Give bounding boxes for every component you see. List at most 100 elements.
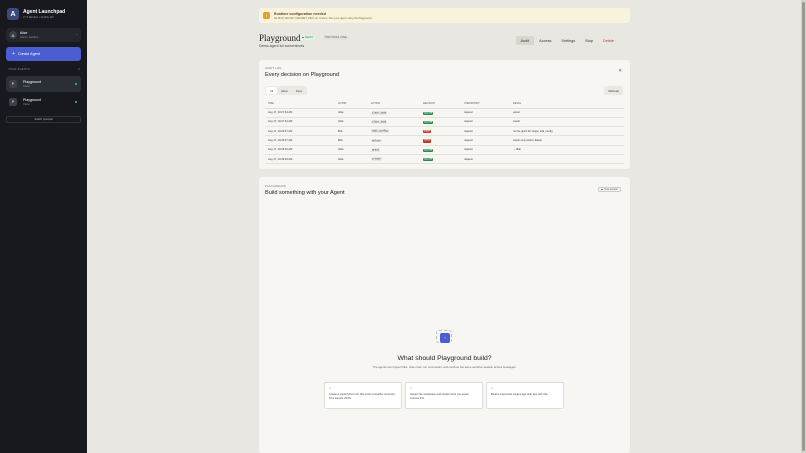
stop-button[interactable]: Stop — [581, 36, 598, 45]
table-header-row: TIME ACTOR ACTION DECISION CHECKPOINT DE… — [265, 100, 624, 109]
sparkle-icon: ◇ — [329, 386, 332, 390]
table-cell: create — [368, 154, 420, 165]
table-cell: request — [461, 126, 510, 137]
cell-time: Aug 17, 10:27:42 AM — [268, 120, 293, 124]
agents-header-label: YOUR AGENTS — [8, 68, 31, 71]
table-cell: ALLOW — [420, 154, 461, 165]
switch-principal-button[interactable]: Switch principal — [6, 116, 81, 123]
new-session-button[interactable]: New session — [598, 187, 621, 192]
cell-detail: owner-only action: delete — [513, 139, 542, 143]
agent-spark-icon: ⌁ — [440, 333, 450, 343]
tab-audit[interactable]: Audit — [516, 36, 534, 45]
cell-actor: Bob — [338, 139, 343, 143]
status-dot-icon — [75, 101, 77, 103]
filter-deny[interactable]: Deny — [292, 87, 307, 94]
plus-icon: + — [12, 51, 15, 57]
column-header: TIME — [265, 100, 335, 109]
table-row: Aug 17, 10:27:42 AM Alice clear_task ALLOW r… — [265, 117, 624, 128]
table-cell: ALLOW — [420, 108, 461, 118]
runtime-warning-banner: ! Runtime configuration needed No MCP, A… — [259, 8, 630, 23]
agent-owner: Owner — [23, 102, 31, 106]
tools-badge: TWO TOOLS • ONE — [323, 35, 349, 40]
tab-settings[interactable]: Settings — [557, 36, 580, 45]
sidebar-item-agent[interactable]: P Playground Owner — [6, 94, 81, 110]
agents-count: 2 — [78, 68, 80, 71]
cell-detail: → Bob — [513, 148, 521, 152]
cell-checkpoint: request — [464, 120, 473, 124]
agent-owner: Owner — [23, 84, 31, 88]
create-agent-button[interactable]: + Create Agent — [6, 47, 81, 61]
avatar: A — [9, 31, 17, 39]
table-cell: Alice — [335, 108, 368, 118]
warning-icon: ! — [263, 12, 270, 19]
table-cell: Bob — [335, 135, 368, 146]
agent-icon: P — [9, 98, 17, 106]
table-cell: Aug 17, 10:26:46 AM — [265, 154, 335, 165]
cell-checkpoint: request — [464, 157, 473, 161]
cell-time: Aug 17, 10:26:47 AM — [268, 139, 293, 143]
suggestion-card[interactable]: ◇ Inspect the workspace and explain what… — [405, 382, 483, 409]
audit-heading: Every decision on Playground — [265, 72, 340, 78]
cell-checkpoint: request — [464, 111, 473, 115]
suggestion-list: ◇ Create a small Python CLI that prints … — [324, 382, 564, 409]
playground-eyebrow: PLAYGROUND — [265, 185, 286, 188]
table-cell: owner — [510, 108, 624, 118]
suggestion-card[interactable]: ◇ Build a responsive single-page todo ap… — [486, 382, 564, 409]
filter-allow[interactable]: Allow — [277, 87, 292, 94]
column-header: DETAIL — [510, 100, 624, 109]
suggestion-card[interactable]: ◇ Create a small Python CLI that prints … — [324, 382, 402, 409]
cell-action: create — [371, 157, 382, 162]
table-cell: request — [461, 154, 510, 165]
table-cell: owner — [510, 117, 624, 128]
suggestion-text: Inspect the workspace and explain what y… — [410, 393, 469, 400]
refresh-button[interactable]: Refresh — [604, 86, 623, 95]
table-cell: clear_task — [368, 117, 420, 128]
sparkle-icon: ◇ — [410, 386, 413, 390]
table-cell: request — [461, 135, 510, 146]
empty-state-title: What should Playground build? — [397, 355, 492, 362]
agents-section-header: YOUR AGENTS 2 — [8, 68, 80, 71]
table-cell — [510, 154, 624, 165]
cell-decision: DENY — [423, 130, 432, 134]
cell-action: clear_task — [371, 110, 388, 115]
table-cell: Bob — [335, 126, 368, 137]
new-session-label: New session — [604, 188, 618, 191]
playground-panel: PLAYGROUND Build something with your Age… — [259, 177, 630, 453]
table-cell: grant — [368, 145, 420, 156]
cell-time: Aug 17, 10:27:43 AM — [268, 111, 293, 115]
cell-actor: Alice — [338, 148, 344, 152]
cell-checkpoint: request — [464, 129, 473, 133]
user-switcher[interactable]: A Alice Admin • Sandbox ⌄ — [6, 28, 81, 42]
cell-action: clear_task — [371, 120, 388, 124]
table-cell: Alice — [335, 117, 368, 128]
table-cell: DENY — [420, 135, 461, 146]
audit-eyebrow: AUDIT LOG — [265, 67, 282, 70]
audit-panel: AUDIT LOG Every decision on Playground ✕… — [259, 60, 630, 169]
table-row: Aug 17, 10:26:47 AM Bob edit_config DENY req… — [265, 126, 624, 137]
brand-subtitle: 3 / 5 Member • Credits 112 — [23, 16, 54, 19]
table-cell: Aug 17, 10:26:47 AM — [265, 126, 335, 137]
column-header: ACTION — [368, 100, 420, 109]
page-scrollbar[interactable] — [801, 0, 806, 453]
sidebar-item-agent[interactable]: P Playground Owner — [6, 76, 81, 92]
close-icon[interactable]: ✕ — [618, 68, 622, 74]
cell-decision: ALLOW — [423, 158, 434, 162]
status-dot-icon — [601, 188, 603, 191]
scrollbar-thumb[interactable] — [802, 2, 805, 451]
cell-decision: ALLOW — [423, 120, 434, 125]
agent-name: Playground — [23, 80, 42, 85]
table-row: Aug 17, 10:27:43 AM Alice clear_task ALLOW r… — [265, 108, 624, 118]
cell-checkpoint: request — [464, 148, 473, 152]
tab-access[interactable]: Access — [535, 36, 556, 45]
delete-button[interactable]: Delete — [598, 36, 618, 45]
status-ready-label: READY — [305, 36, 314, 39]
brand-name: Agent Launchpad — [23, 9, 66, 15]
filter-all[interactable]: All — [266, 87, 278, 94]
table-cell: owner-only action: delete — [510, 135, 624, 146]
cell-actor: Bob — [338, 129, 343, 133]
cell-time: Aug 17, 10:26:47 AM — [268, 129, 293, 133]
audit-table: TIME ACTOR ACTION DECISION CHECKPOINT DE… — [265, 100, 624, 165]
sparkle-icon: ◇ — [491, 386, 494, 390]
table-cell: Alice — [335, 145, 368, 156]
table-cell: Aug 17, 10:26:46 AM — [265, 145, 335, 156]
